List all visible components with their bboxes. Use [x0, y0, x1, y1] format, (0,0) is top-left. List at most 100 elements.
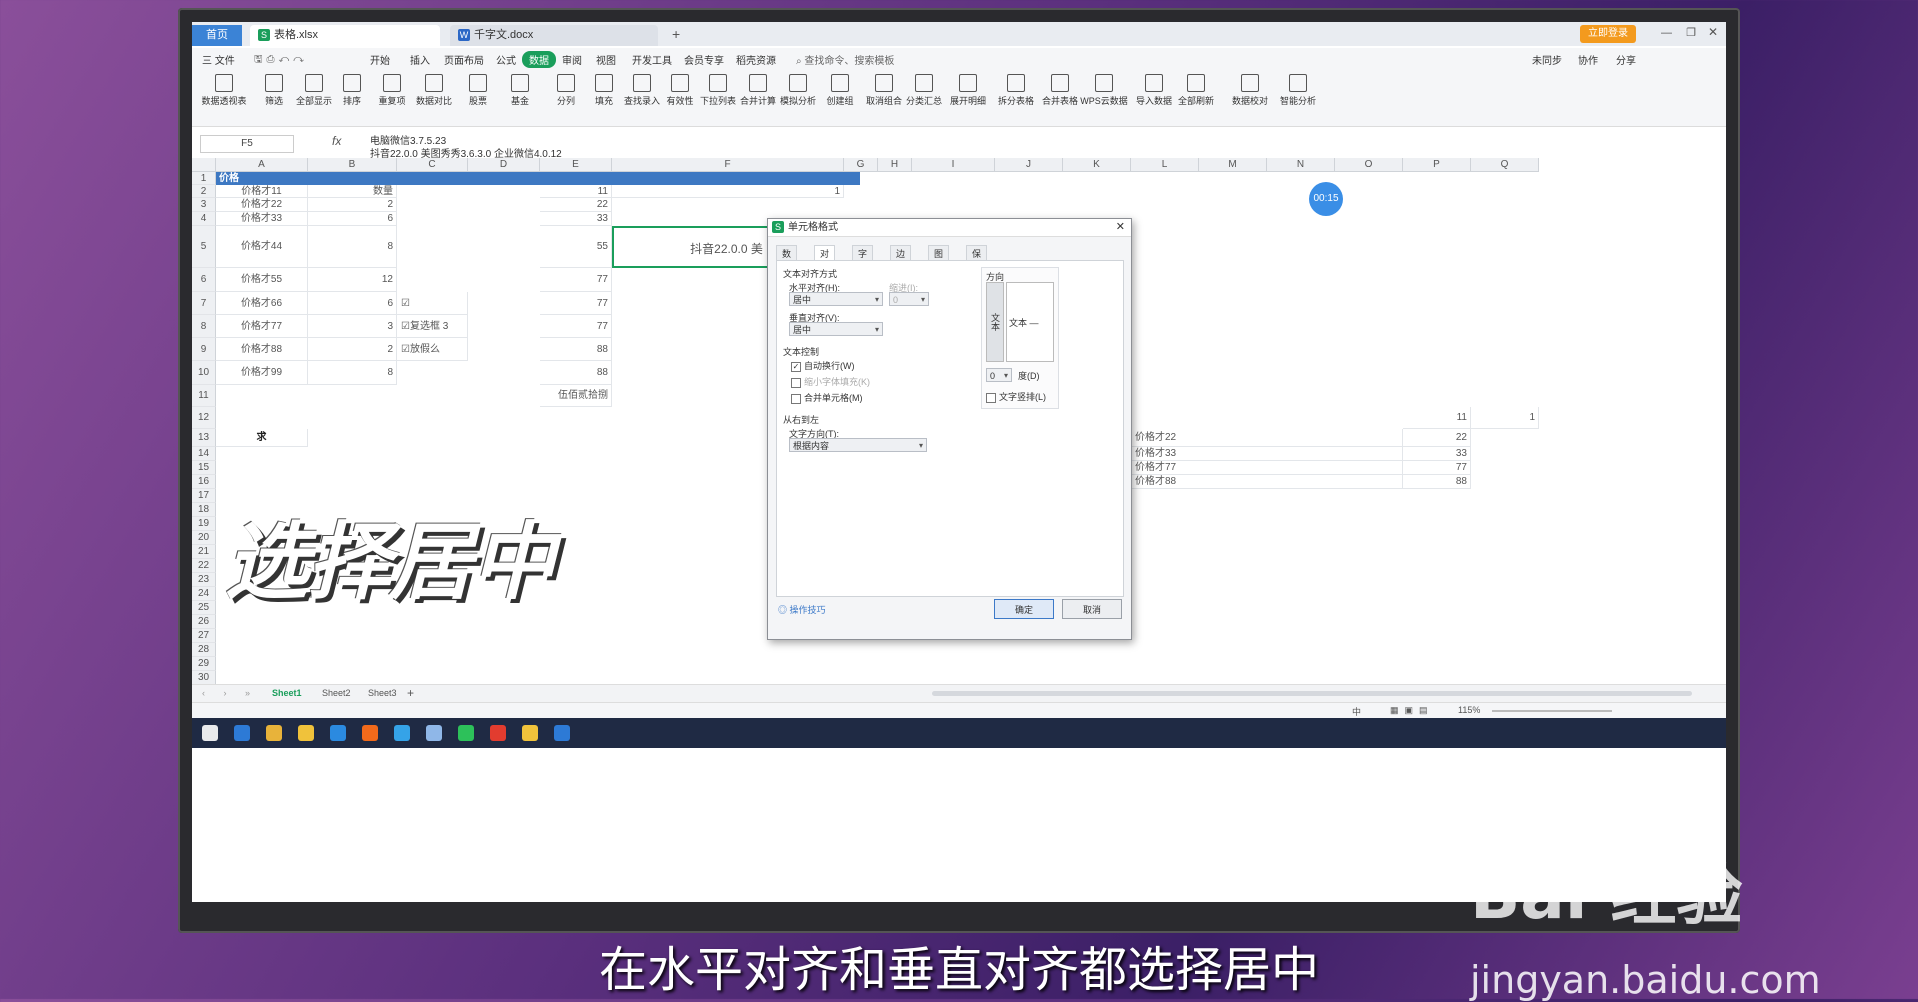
office-icon[interactable]	[362, 725, 378, 741]
view-mode-icons[interactable]: ▦▣▤	[1390, 705, 1434, 716]
row-header-29[interactable]: 29	[192, 657, 216, 671]
col-header-P[interactable]: P	[1403, 158, 1471, 172]
menu-view[interactable]: 视图	[596, 52, 616, 67]
v-align-select[interactable]: 居中	[789, 322, 883, 337]
wps-icon[interactable]	[490, 725, 506, 741]
row-header-14[interactable]: 14	[192, 447, 216, 461]
row-header-9[interactable]: 9	[192, 338, 216, 361]
col-header-Q[interactable]: Q	[1471, 158, 1539, 172]
cell-a8[interactable]: 价格才77	[216, 315, 308, 338]
cell-b10[interactable]: 8	[308, 361, 397, 385]
row-header-11[interactable]: 11	[192, 385, 216, 407]
degree-spinner[interactable]: 0	[986, 368, 1012, 383]
col-header-G[interactable]: G	[844, 158, 878, 172]
cell-e4[interactable]: 33	[540, 212, 612, 226]
tab-protection[interactable]: 保护	[966, 245, 988, 275]
cell-b8[interactable]: 3	[308, 315, 397, 338]
tab-border[interactable]: 边框	[890, 245, 912, 275]
row-header-18[interactable]: 18	[192, 503, 216, 517]
menu-page-layout[interactable]: 页面布局	[444, 52, 484, 67]
cell-l14[interactable]: 价格才33	[1131, 447, 1403, 461]
merge-checkbox[interactable]: 合并单元格(M)	[791, 391, 863, 404]
start-icon[interactable]	[202, 725, 218, 741]
cell-p13[interactable]: 22	[1403, 429, 1471, 447]
phone-icon[interactable]	[554, 725, 570, 741]
cell-l15[interactable]: 价格才77	[1131, 461, 1403, 475]
col-header-C[interactable]: C	[397, 158, 468, 172]
row-header-24[interactable]: 24	[192, 587, 216, 601]
cell-e2[interactable]: 11	[540, 185, 612, 198]
cell-l16[interactable]: 价格才88	[1131, 475, 1403, 489]
quick-access-icons[interactable]: 🖫⎙↶↷	[254, 52, 308, 69]
cell-a6[interactable]: 价格才55	[216, 268, 308, 292]
row-header-25[interactable]: 25	[192, 601, 216, 615]
tab-pattern[interactable]: 图案	[928, 245, 950, 275]
mail-icon[interactable]	[234, 725, 250, 741]
cell-p14[interactable]: 33	[1403, 447, 1471, 461]
app-icon[interactable]	[298, 725, 314, 741]
cancel-button[interactable]: 取消	[1062, 599, 1122, 619]
cell-q12[interactable]: 1	[1471, 407, 1539, 429]
tab-number[interactable]: 数字	[776, 245, 798, 275]
col-header-F[interactable]: F	[612, 158, 844, 172]
row-header-12[interactable]: 12	[192, 407, 216, 429]
row-header-5[interactable]: 5	[192, 226, 216, 268]
cell-b3[interactable]: 2	[308, 198, 397, 212]
input-mode[interactable]: 中	[1352, 705, 1361, 718]
row-header-30[interactable]: 30	[192, 671, 216, 685]
add-sheet-button[interactable]: +	[407, 686, 414, 700]
folder-icon[interactable]	[266, 725, 282, 741]
close-window-icon[interactable]: ✕	[1708, 25, 1718, 39]
col-header-A[interactable]: A	[216, 158, 308, 172]
cell-b9[interactable]: 2	[308, 338, 397, 361]
sheet-nav-arrows[interactable]: ‹ › »	[202, 688, 258, 698]
ok-button[interactable]: 确定	[994, 599, 1054, 619]
menu-start[interactable]: 开始	[370, 52, 390, 67]
menu-file[interactable]: 三 文件	[202, 52, 235, 67]
row-header-3[interactable]: 3	[192, 198, 216, 212]
tab-alignment[interactable]: 对齐	[814, 245, 836, 275]
edge-icon[interactable]	[330, 725, 346, 741]
row-header-8[interactable]: 8	[192, 315, 216, 338]
row-header-21[interactable]: 21	[192, 545, 216, 559]
collab-button[interactable]: 协作	[1578, 52, 1598, 67]
col-header-K[interactable]: K	[1063, 158, 1131, 172]
row-header-23[interactable]: 23	[192, 573, 216, 587]
cell-f2[interactable]: 1	[612, 185, 844, 198]
col-header-O[interactable]: O	[1335, 158, 1403, 172]
indent-spinner[interactable]: 0	[889, 292, 929, 307]
direction-select[interactable]: 根据内容	[789, 438, 927, 453]
sheet-tab-3[interactable]: Sheet3	[368, 688, 397, 698]
wrap-text-checkbox[interactable]: ✓ 自动换行(W)	[791, 359, 855, 372]
zoom-slider[interactable]	[1492, 710, 1612, 712]
select-all-corner[interactable]	[192, 158, 216, 172]
cell-e7[interactable]: 77	[540, 292, 612, 315]
wechat-icon[interactable]	[458, 725, 474, 741]
row-header-10[interactable]: 10	[192, 361, 216, 385]
sheet-tab-1[interactable]: Sheet1	[272, 688, 302, 698]
cell-a10[interactable]: 价格才99	[216, 361, 308, 385]
cell-c8[interactable]: ☑复选框 3	[397, 315, 468, 338]
minimize-icon[interactable]: —	[1661, 27, 1672, 39]
cell-a9[interactable]: 价格才88	[216, 338, 308, 361]
col-header-N[interactable]: N	[1267, 158, 1335, 172]
menu-developer[interactable]: 开发工具	[632, 52, 672, 67]
row-header-19[interactable]: 19	[192, 517, 216, 531]
row-header-15[interactable]: 15	[192, 461, 216, 475]
dialog-close-icon[interactable]: ✕	[1116, 219, 1125, 236]
cell-c7[interactable]: ☑	[397, 292, 468, 315]
shrink-checkbox[interactable]: 缩小字体填充(K)	[791, 375, 870, 388]
share-button[interactable]: 分享	[1616, 52, 1636, 67]
cell-a4[interactable]: 价格才33	[216, 212, 308, 226]
notepad-icon[interactable]	[426, 725, 442, 741]
price-banner[interactable]: 价格	[216, 172, 860, 185]
cell-p15[interactable]: 77	[1403, 461, 1471, 475]
fx-icon[interactable]: fx	[332, 134, 341, 148]
ribbon-btn-25[interactable]: 智能分析	[1272, 74, 1324, 107]
cell-b5[interactable]: 8	[308, 226, 397, 268]
row-header-22[interactable]: 22	[192, 559, 216, 573]
horizontal-scrollbar[interactable]	[932, 691, 1692, 696]
tab-home[interactable]: 首页	[192, 25, 242, 46]
tab-spreadsheet[interactable]: S 表格.xlsx	[250, 25, 440, 46]
row-header-26[interactable]: 26	[192, 615, 216, 629]
